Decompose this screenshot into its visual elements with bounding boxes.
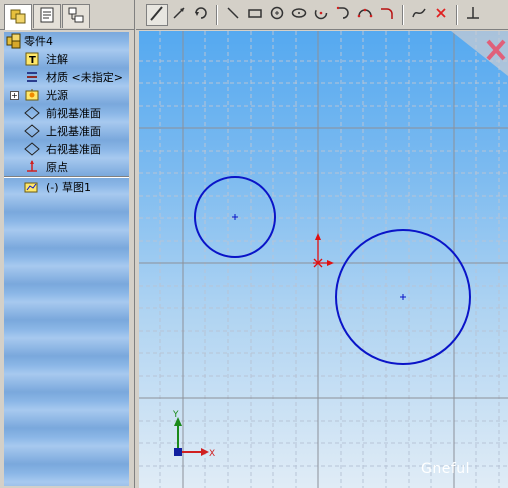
feature-manager-panel: 零件4 T 注解 材质 <未指定> + 光源 前视基准面 上视基准面 右视基准面…: [0, 0, 135, 488]
sketch-button[interactable]: [146, 3, 168, 26]
sketch-icon: [24, 179, 40, 195]
annotations-label: 注解: [46, 53, 68, 66]
configuration-manager-icon: [67, 6, 85, 27]
fillet-icon: [379, 5, 395, 24]
sketch-origin-icon: [313, 233, 334, 268]
rectangle-button[interactable]: [244, 4, 266, 26]
tab-property-manager[interactable]: [33, 4, 61, 28]
relation-button[interactable]: [462, 4, 484, 26]
sketch-drawing[interactable]: Y X: [139, 31, 508, 488]
spline-icon: [411, 5, 427, 24]
tab-configuration-manager[interactable]: [62, 4, 90, 28]
circle-center-point[interactable]: [232, 214, 238, 220]
centerpoint-arc-button[interactable]: [310, 4, 332, 26]
lights-label: 光源: [46, 89, 68, 102]
part-label: 零件4: [24, 35, 53, 48]
ellipse-button[interactable]: [288, 4, 310, 26]
tangent-arc-button[interactable]: [332, 4, 354, 26]
tab-feature-manager[interactable]: [4, 4, 32, 30]
watermark: Gneful: [421, 461, 471, 477]
x-axis-label: X: [209, 449, 215, 459]
right-plane-label: 右视基准面: [46, 143, 101, 156]
grid-major: [139, 31, 508, 488]
circle-icon: [269, 5, 285, 24]
line-button[interactable]: [222, 4, 244, 26]
y-axis-label: Y: [172, 410, 179, 420]
tree-item-right-plane[interactable]: 右视基准面: [4, 140, 129, 158]
sketch-circle-small[interactable]: [194, 176, 276, 258]
annotation-icon: T: [24, 51, 40, 67]
manager-tab-bar: [0, 0, 135, 30]
ellipse-icon: [291, 5, 307, 24]
light-icon: [24, 87, 40, 103]
toolbar-separator: [402, 4, 404, 25]
smart-dimension-button[interactable]: [168, 4, 190, 26]
perpendicular-icon: [465, 5, 481, 24]
confirmation-corner[interactable]: [451, 31, 508, 76]
top-plane-label: 上视基准面: [46, 125, 101, 138]
circle-button[interactable]: [266, 4, 288, 26]
circle-center-point[interactable]: [400, 294, 406, 300]
tree-item-origin[interactable]: 原点: [4, 158, 129, 176]
line-icon: [225, 5, 241, 24]
tree-item-sketch[interactable]: (-) 草图1: [4, 178, 129, 196]
smart-dimension-icon: [171, 5, 187, 24]
svg-text:T: T: [29, 55, 36, 66]
grid-minor: [139, 31, 508, 488]
part-icon: [6, 33, 22, 49]
tree-item-annotations[interactable]: T 注解: [4, 50, 129, 68]
tree-item-part[interactable]: 零件4: [4, 32, 129, 50]
view-triad: Y X: [172, 410, 215, 459]
tree-item-lights[interactable]: + 光源: [4, 86, 129, 104]
rebuild-button[interactable]: [190, 4, 212, 26]
toolbar-separator: [456, 4, 458, 25]
sketch-canvas[interactable]: Y X Gneful: [139, 31, 508, 488]
origin-icon: [24, 159, 40, 175]
tangent-arc-icon: [335, 5, 351, 24]
front-plane-label: 前视基准面: [46, 107, 101, 120]
tree-item-top-plane[interactable]: 上视基准面: [4, 122, 129, 140]
sketch-label: (-) 草图1: [46, 181, 92, 194]
plane-icon: [24, 141, 40, 157]
3point-arc-icon: [357, 5, 373, 24]
material-label: 材质 <未指定>: [46, 71, 123, 84]
centerpoint-arc-icon: [313, 5, 329, 24]
sketch-pencil-icon: [149, 5, 165, 24]
fillet-button[interactable]: [376, 4, 398, 26]
plane-icon: [24, 123, 40, 139]
feature-tree: 零件4 T 注解 材质 <未指定> + 光源 前视基准面 上视基准面 右视基准面…: [4, 32, 129, 486]
tree-item-front-plane[interactable]: 前视基准面: [4, 104, 129, 122]
exit-sketch-button[interactable]: [430, 4, 452, 26]
feature-manager-icon: [9, 7, 27, 28]
rectangle-icon: [247, 5, 263, 24]
property-manager-icon: [38, 6, 56, 27]
expand-icon[interactable]: +: [10, 90, 19, 100]
spline-button[interactable]: [408, 4, 430, 26]
plane-icon: [24, 105, 40, 121]
toolbar-separator: [216, 4, 218, 25]
tree-item-material[interactable]: 材质 <未指定>: [4, 68, 129, 86]
rebuild-icon: [193, 5, 209, 24]
close-icon: [433, 5, 449, 24]
3point-arc-button[interactable]: [354, 4, 376, 26]
sketch-circle-large[interactable]: [335, 229, 471, 365]
origin-label: 原点: [46, 161, 68, 174]
material-icon: [24, 69, 40, 85]
sketch-toolbar: [136, 0, 508, 30]
